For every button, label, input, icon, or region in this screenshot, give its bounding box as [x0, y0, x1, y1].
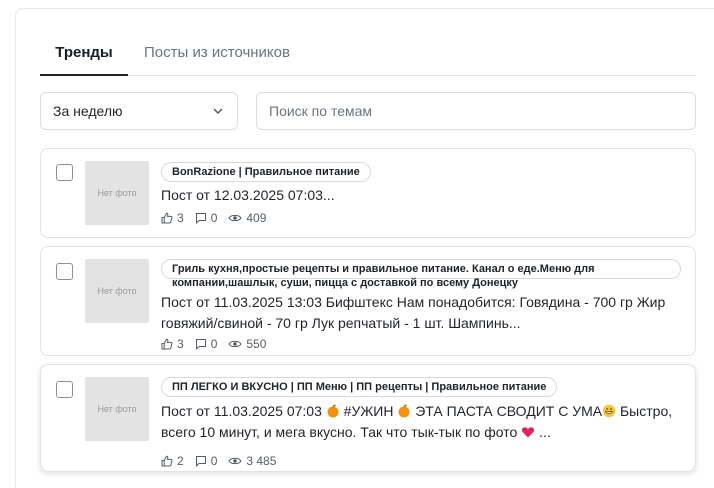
chevron-down-icon: [213, 108, 223, 114]
period-select[interactable]: За неделю: [40, 92, 238, 130]
trends-panel: Тренды Посты из источников За неделю Нет…: [15, 8, 714, 488]
likes-stat: 2: [161, 454, 184, 468]
post-title[interactable]: Пост от 11.03.2025 07:03 #УЖИН ЭТА ПАСТА…: [161, 401, 681, 443]
post-thumbnail: Нет фото: [85, 161, 149, 225]
topic-search-input[interactable]: [256, 92, 696, 130]
comment-icon: [195, 213, 206, 224]
comments-stat: 0: [195, 454, 218, 468]
comments-count: 0: [210, 211, 218, 225]
post-title-text: Пост от 11.03.2025 07:03: [161, 403, 326, 419]
post-stats: 3 0 409: [161, 211, 277, 225]
post-checkbox[interactable]: [56, 263, 73, 280]
views-stat: 409: [228, 211, 266, 225]
post-title[interactable]: Пост от 12.03.2025 07:03...: [161, 185, 681, 206]
source-badge[interactable]: ПП ЛЕГКО И ВКУСНО | ПП Меню | ПП рецепты…: [161, 377, 558, 397]
views-count: 409: [246, 211, 267, 225]
comments-stat: 0: [195, 337, 218, 351]
comment-icon: [195, 456, 206, 467]
likes-count: 3: [177, 337, 184, 351]
post-checkbox[interactable]: [56, 164, 73, 181]
likes-count: 3: [177, 211, 184, 225]
post-card[interactable]: Нет фото BonRazione | Правильное питание…: [40, 148, 696, 238]
post-thumbnail: Нет фото: [85, 259, 149, 323]
post-thumbnail: Нет фото: [85, 377, 149, 441]
comment-icon: [195, 339, 206, 350]
comments-stat: 0: [195, 211, 218, 225]
thumbs-up-icon: [161, 455, 173, 467]
post-title[interactable]: Пост от 11.03.2025 13:03 Бифштекс Нам по…: [161, 292, 681, 334]
source-badge[interactable]: BonRazione | Правильное питание: [161, 162, 371, 182]
source-badge[interactable]: Гриль кухня,простые рецепты и правильное…: [161, 259, 681, 289]
post-card[interactable]: Нет фото ПП ЛЕГКО И ВКУСНО | ПП Меню | П…: [40, 364, 696, 472]
post-title-text: ...: [535, 424, 551, 440]
eye-icon: [228, 214, 242, 222]
comments-count: 0: [210, 454, 218, 468]
post-stats: 3 0 550: [161, 337, 277, 351]
period-select-value: За неделю: [53, 103, 123, 119]
post-stats: 2 0 3 485: [161, 454, 287, 468]
post-title-text: ЭТА ПАСТА СВОДИТ С УМА: [411, 403, 603, 419]
grinning-face-icon: [602, 404, 616, 418]
likes-stat: 3: [161, 337, 184, 351]
eye-icon: [228, 340, 242, 348]
post-title-text: #УЖИН: [339, 403, 398, 419]
tangerine-icon: [398, 404, 410, 418]
tab-bar: Тренды Посты из источников: [40, 39, 696, 76]
views-count: 3 485: [246, 454, 277, 468]
comments-count: 0: [210, 337, 218, 351]
likes-stat: 3: [161, 211, 184, 225]
thumbs-up-icon: [161, 212, 173, 224]
post-checkbox[interactable]: [56, 381, 73, 398]
tangerine-icon: [327, 404, 339, 418]
heart-icon: [522, 427, 535, 438]
thumbs-up-icon: [161, 338, 173, 350]
post-card[interactable]: Нет фото Гриль кухня,простые рецепты и п…: [40, 246, 696, 356]
views-stat: 3 485: [228, 454, 276, 468]
tab-source-posts[interactable]: Посты из источников: [144, 39, 290, 75]
tab-trends[interactable]: Тренды: [40, 39, 128, 76]
views-stat: 550: [228, 337, 266, 351]
eye-icon: [228, 457, 242, 465]
views-count: 550: [246, 337, 267, 351]
likes-count: 2: [177, 454, 184, 468]
